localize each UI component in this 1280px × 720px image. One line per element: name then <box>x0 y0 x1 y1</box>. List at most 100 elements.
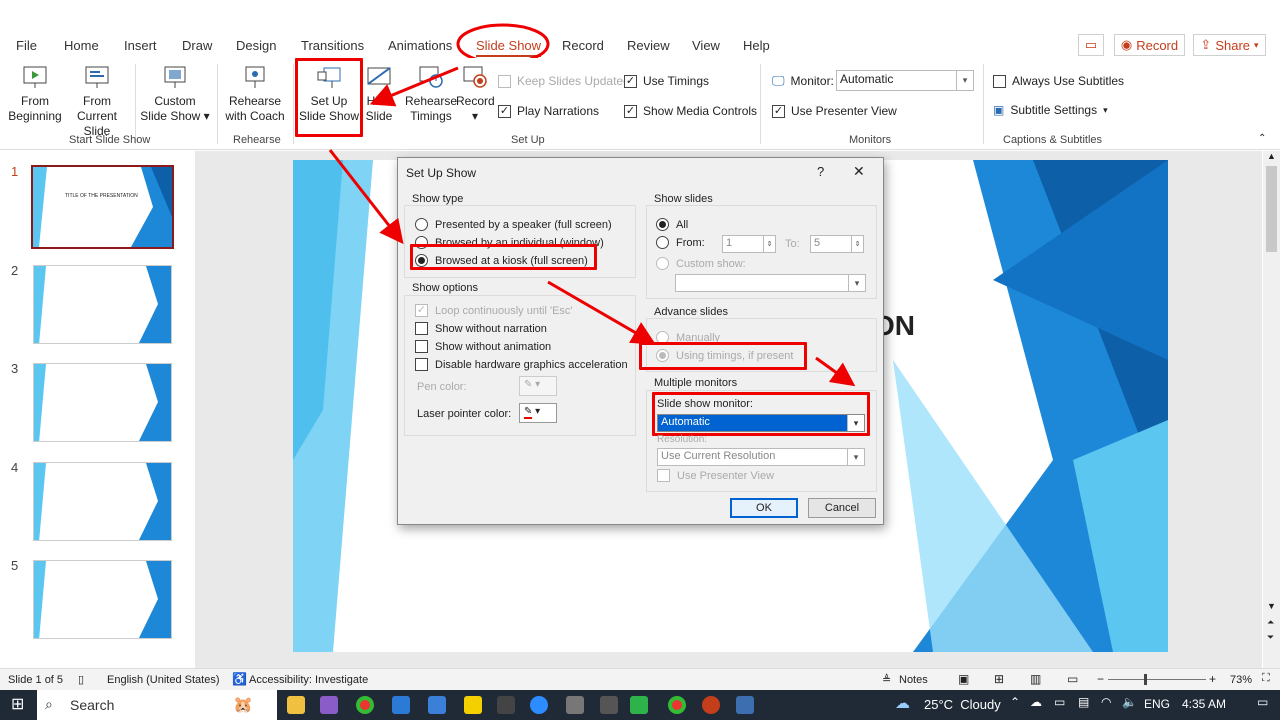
chrome-icon[interactable] <box>356 696 374 714</box>
slide-thumbnail-3[interactable] <box>33 363 172 442</box>
media-icon[interactable] <box>497 696 515 714</box>
radio-all-slides[interactable]: All <box>656 218 688 231</box>
from-spinner[interactable]: 1 ⇕ <box>722 235 776 253</box>
ok-button[interactable]: OK <box>730 498 798 518</box>
menu-design[interactable]: Design <box>236 38 276 53</box>
use-presenter-view-checkbox[interactable]: ✓ Use Presenter View <box>772 104 897 118</box>
language-status[interactable]: English (United States) <box>107 674 220 686</box>
menu-review[interactable]: Review <box>627 38 670 53</box>
menu-insert[interactable]: Insert <box>124 38 157 53</box>
app-icon[interactable] <box>600 696 618 714</box>
zoom-out-icon[interactable]: − <box>1097 672 1104 686</box>
clock[interactable]: 4:35 AM <box>1182 697 1226 711</box>
zoom-app-icon[interactable] <box>530 696 548 714</box>
notes-button[interactable]: Notes <box>899 674 928 686</box>
photos-icon[interactable] <box>736 696 754 714</box>
radio-presented-by-speaker[interactable]: Presented by a speaker (full screen) <box>415 218 612 231</box>
show-media-controls-checkbox[interactable]: ✓ Show Media Controls <box>624 104 757 118</box>
notification-icon[interactable]: ▭ <box>1257 695 1268 709</box>
play-narrations-checkbox[interactable]: ✓ Play Narrations <box>498 104 599 118</box>
keep-slides-updated-checkbox[interactable]: Keep Slides Updated <box>498 74 630 88</box>
disable-hw-checkbox[interactable]: Disable hardware graphics acceleration <box>415 358 628 371</box>
mail-icon[interactable] <box>428 696 446 714</box>
share-button[interactable]: ⇪ Share ▾ <box>1193 34 1266 56</box>
zoom-slider[interactable] <box>1108 679 1206 680</box>
zoom-in-icon[interactable]: + <box>1209 672 1216 686</box>
chevron-up-icon[interactable]: ⌃ <box>1010 695 1020 709</box>
record-ribbon-button[interactable]: Record ▾ <box>456 64 495 124</box>
no-narration-checkbox[interactable]: Show without narration <box>415 322 547 335</box>
play-app-icon[interactable] <box>630 696 648 714</box>
slide-sorter-icon[interactable]: ⊞ <box>994 672 1004 686</box>
normal-view-icon[interactable]: ▣ <box>958 672 969 686</box>
scroll-down-icon[interactable]: ▼ <box>1267 601 1276 611</box>
next-slide-icon[interactable]: ⏷ <box>1267 632 1274 643</box>
scroll-up-icon[interactable]: ▲ <box>1267 151 1276 161</box>
menu-transitions[interactable]: Transitions <box>301 38 364 53</box>
network-icon[interactable]: ▭ <box>1054 695 1065 709</box>
zoom-slider-thumb[interactable] <box>1144 674 1147 685</box>
radio-custom-show[interactable]: Custom show: <box>656 257 746 270</box>
from-current-button[interactable]: From Current Slide <box>64 64 130 139</box>
slide-thumbnail-4[interactable] <box>33 462 172 541</box>
use-presenter-view-dialog-checkbox[interactable]: Use Presenter View <box>657 469 774 482</box>
taskbar-search-box[interactable]: ⌕ Search 🐹 <box>37 690 277 720</box>
slideshow-view-icon[interactable]: ▭ <box>1067 672 1078 686</box>
record-top-button[interactable]: ◉ Record <box>1114 34 1185 56</box>
app-icon[interactable] <box>566 696 584 714</box>
from-beginning-button[interactable]: From Beginning <box>8 64 62 124</box>
monitor-dropdown[interactable]: Automatic ▾ <box>836 70 974 91</box>
file-explorer-icon[interactable] <box>287 696 305 714</box>
menu-record[interactable]: Record <box>562 38 604 53</box>
battery-icon[interactable]: ▤ <box>1078 695 1089 709</box>
powerpoint-icon[interactable] <box>702 696 720 714</box>
always-use-subtitles-checkbox[interactable]: Always Use Subtitles <box>993 74 1124 88</box>
wifi-icon[interactable]: ◠ <box>1101 695 1111 709</box>
language-indicator[interactable]: ENG <box>1144 697 1170 711</box>
weather-text[interactable]: 25°C Cloudy <box>924 697 1001 712</box>
reading-view-icon[interactable]: ▥ <box>1030 672 1041 686</box>
loop-checkbox[interactable]: ✓ Loop continuously until 'Esc' <box>415 304 573 317</box>
resolution-dropdown[interactable]: Use Current Resolution ▾ <box>657 448 865 466</box>
menu-animations[interactable]: Animations <box>388 38 452 53</box>
laser-color-picker[interactable]: ✎ ▾ <box>519 403 557 423</box>
subtitle-settings-button[interactable]: ▣ Subtitle Settings ▾ <box>993 103 1108 117</box>
close-icon[interactable]: ✕ <box>853 163 865 180</box>
windows-start-icon[interactable]: ⊞ <box>11 694 24 714</box>
custom-slide-show-button[interactable]: Custom Slide Show ▾ <box>140 64 210 124</box>
radio-from-slides[interactable]: From: <box>656 236 705 249</box>
help-icon[interactable]: ? <box>817 164 824 179</box>
menu-help[interactable]: Help <box>743 38 770 53</box>
spell-check-icon[interactable]: ▯ <box>78 673 84 686</box>
to-spinner[interactable]: 5 ⇕ <box>810 235 864 253</box>
scroll-thumb[interactable] <box>1266 166 1277 252</box>
slide-thumbnail-2[interactable] <box>33 265 172 344</box>
menu-view[interactable]: View <box>692 38 720 53</box>
rehearse-with-coach-button[interactable]: Rehearse with Coach <box>224 64 286 124</box>
cancel-button[interactable]: Cancel <box>808 498 876 518</box>
rehearse-timings-button[interactable]: Rehearse Timings <box>404 64 458 124</box>
prev-slide-icon[interactable]: ⏶ <box>1267 617 1274 628</box>
onedrive-icon[interactable]: ☁ <box>1030 695 1042 709</box>
menu-home[interactable]: Home <box>64 38 99 53</box>
app-icon[interactable] <box>320 696 338 714</box>
accessibility-status[interactable]: Accessibility: Investigate <box>249 674 368 686</box>
slide-thumbnail-1[interactable]: TITLE OF THE PRESENTATION <box>31 165 174 249</box>
pen-color-picker[interactable]: ✎ ▾ <box>519 376 557 396</box>
slide-thumbnail-5[interactable] <box>33 560 172 639</box>
chrome-icon[interactable] <box>668 696 686 714</box>
volume-icon[interactable]: 🔈 <box>1122 695 1137 709</box>
calculator-icon[interactable] <box>392 696 410 714</box>
hide-slide-button[interactable]: Hide Slide <box>364 64 394 124</box>
separator <box>135 64 136 144</box>
menu-draw[interactable]: Draw <box>182 38 212 53</box>
menu-file[interactable]: File <box>16 38 37 53</box>
sticky-notes-icon[interactable] <box>464 696 482 714</box>
comments-button[interactable]: ▭ <box>1078 34 1104 56</box>
no-animation-checkbox[interactable]: Show without animation <box>415 340 551 353</box>
fit-slide-icon[interactable]: ⛶ <box>1262 672 1270 685</box>
zoom-level[interactable]: 73% <box>1230 674 1252 686</box>
use-timings-checkbox[interactable]: ✓ Use Timings <box>624 74 709 88</box>
collapse-ribbon-icon[interactable]: ⌃ <box>1258 133 1266 144</box>
custom-show-dropdown[interactable]: ▾ <box>675 274 866 292</box>
